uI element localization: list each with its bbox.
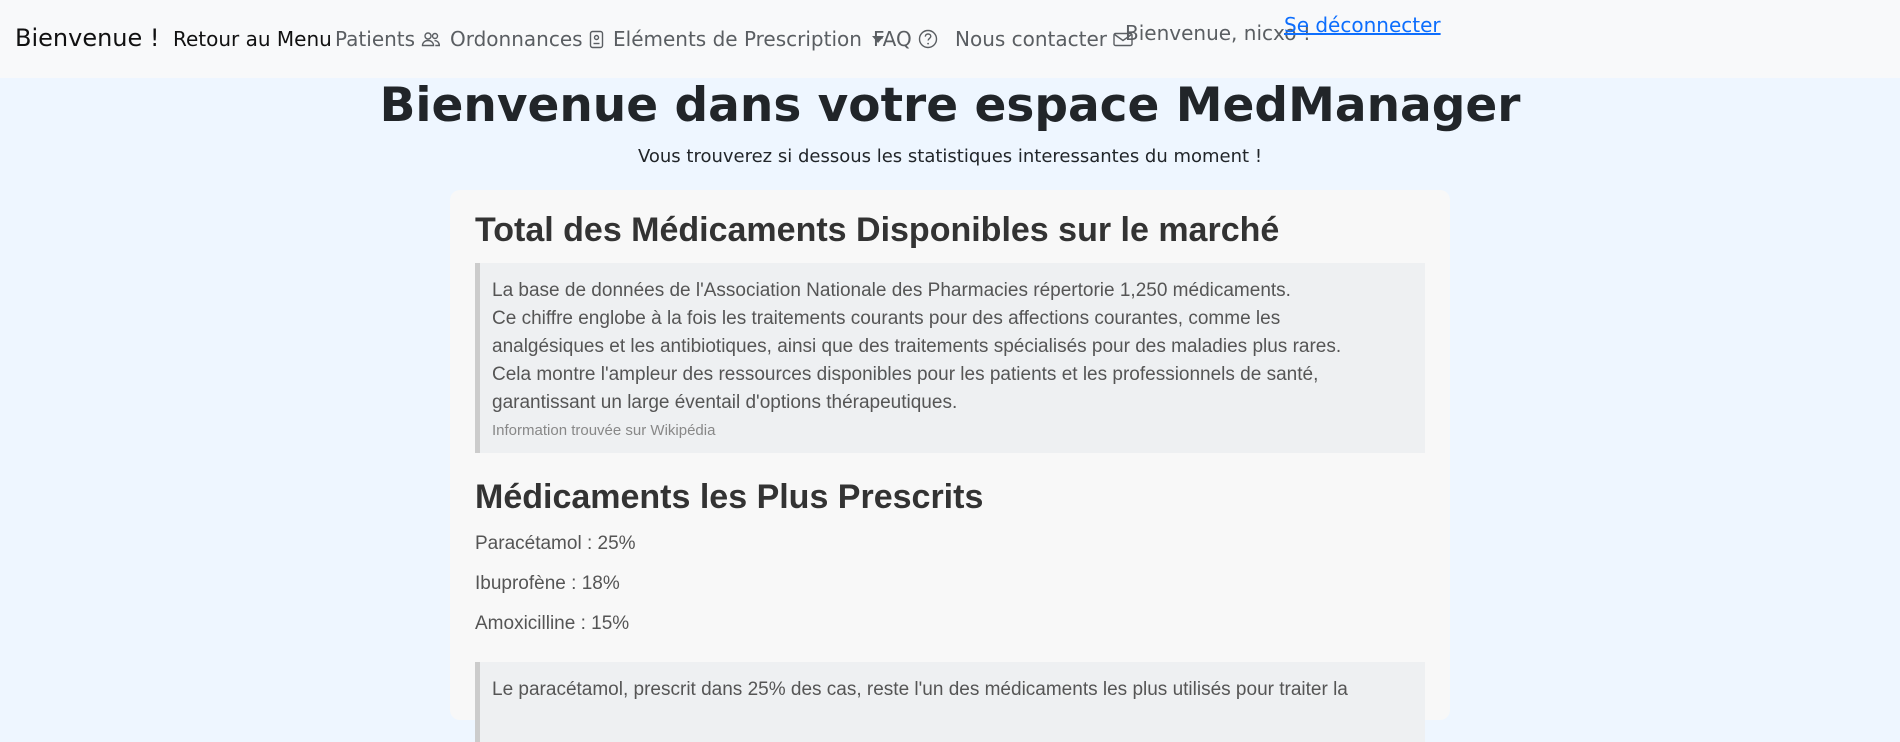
quote-source: Information trouvée sur Wikipédia [492,422,716,439]
stat-paracetamol: Paracétamol : 25% [475,533,636,554]
quote-line: analgésiques et les antibiotiques, ainsi… [492,336,1342,357]
paracetamol-quote: Le paracétamol, prescrit dans 25% des ca… [475,662,1425,742]
stat-amoxicilline: Amoxicilline : 15% [475,613,630,634]
nav-item-elements-prescription[interactable]: Eléments de Prescription [613,27,884,51]
nav-item-label: Patients [335,27,416,51]
nav-item-label: Ordonnances [450,27,583,51]
quote-line: La base de données de l'Association Nati… [492,280,1291,301]
quote-line: Ce chiffre englobe à la fois les traitem… [492,308,1281,329]
total-medicaments-quote: La base de données de l'Association Nati… [475,263,1425,453]
nav-item-label: Retour au Menu [173,27,332,51]
page-title: Bienvenue dans votre espace MedManager [379,78,1521,133]
nav-item-label: Eléments de Prescription [613,27,862,51]
quote-line: garantissant un large éventail d'options… [492,392,958,413]
nav-item-nous-contacter[interactable]: Nous contacter [955,27,1133,51]
welcome-user-text: Bienvenue, nicxo ! [1125,21,1311,45]
navbar-brand[interactable]: Bienvenue ! [15,24,160,52]
nav-item-label: Nous contacter [955,27,1108,51]
nav-item-ordonnances[interactable]: Ordonnances [450,27,604,51]
nav-item-patients[interactable]: Patients [335,27,441,51]
question-circle-icon [918,29,938,49]
section-title-total-medicaments: Total des Médicaments Disponibles sur le… [475,211,1280,249]
stats-card: Total des Médicaments Disponibles sur le… [450,190,1450,742]
nav-item-retour-menu[interactable]: Retour au Menu [173,27,332,51]
document-icon [589,30,604,49]
nav-item-faq[interactable]: FAQ [873,27,938,51]
section-title-plus-prescrits: Médicaments les Plus Prescrits [475,478,984,516]
nav-item-label: FAQ [873,27,912,51]
stat-ibuprofene: Ibuprofène : 18% [475,573,620,594]
navbar: Bienvenue ! Retour au Menu Patients Ordo… [0,0,1900,78]
logout-link[interactable]: Se déconnecter [1284,13,1441,37]
page-subtitle: Vous trouverez si dessous les statistiqu… [637,146,1263,167]
quote-line: Cela montre l'ampleur des ressources dis… [492,364,1319,385]
people-icon [421,31,441,47]
quote-paragraph: La base de données de l'Association Nati… [492,277,1410,417]
